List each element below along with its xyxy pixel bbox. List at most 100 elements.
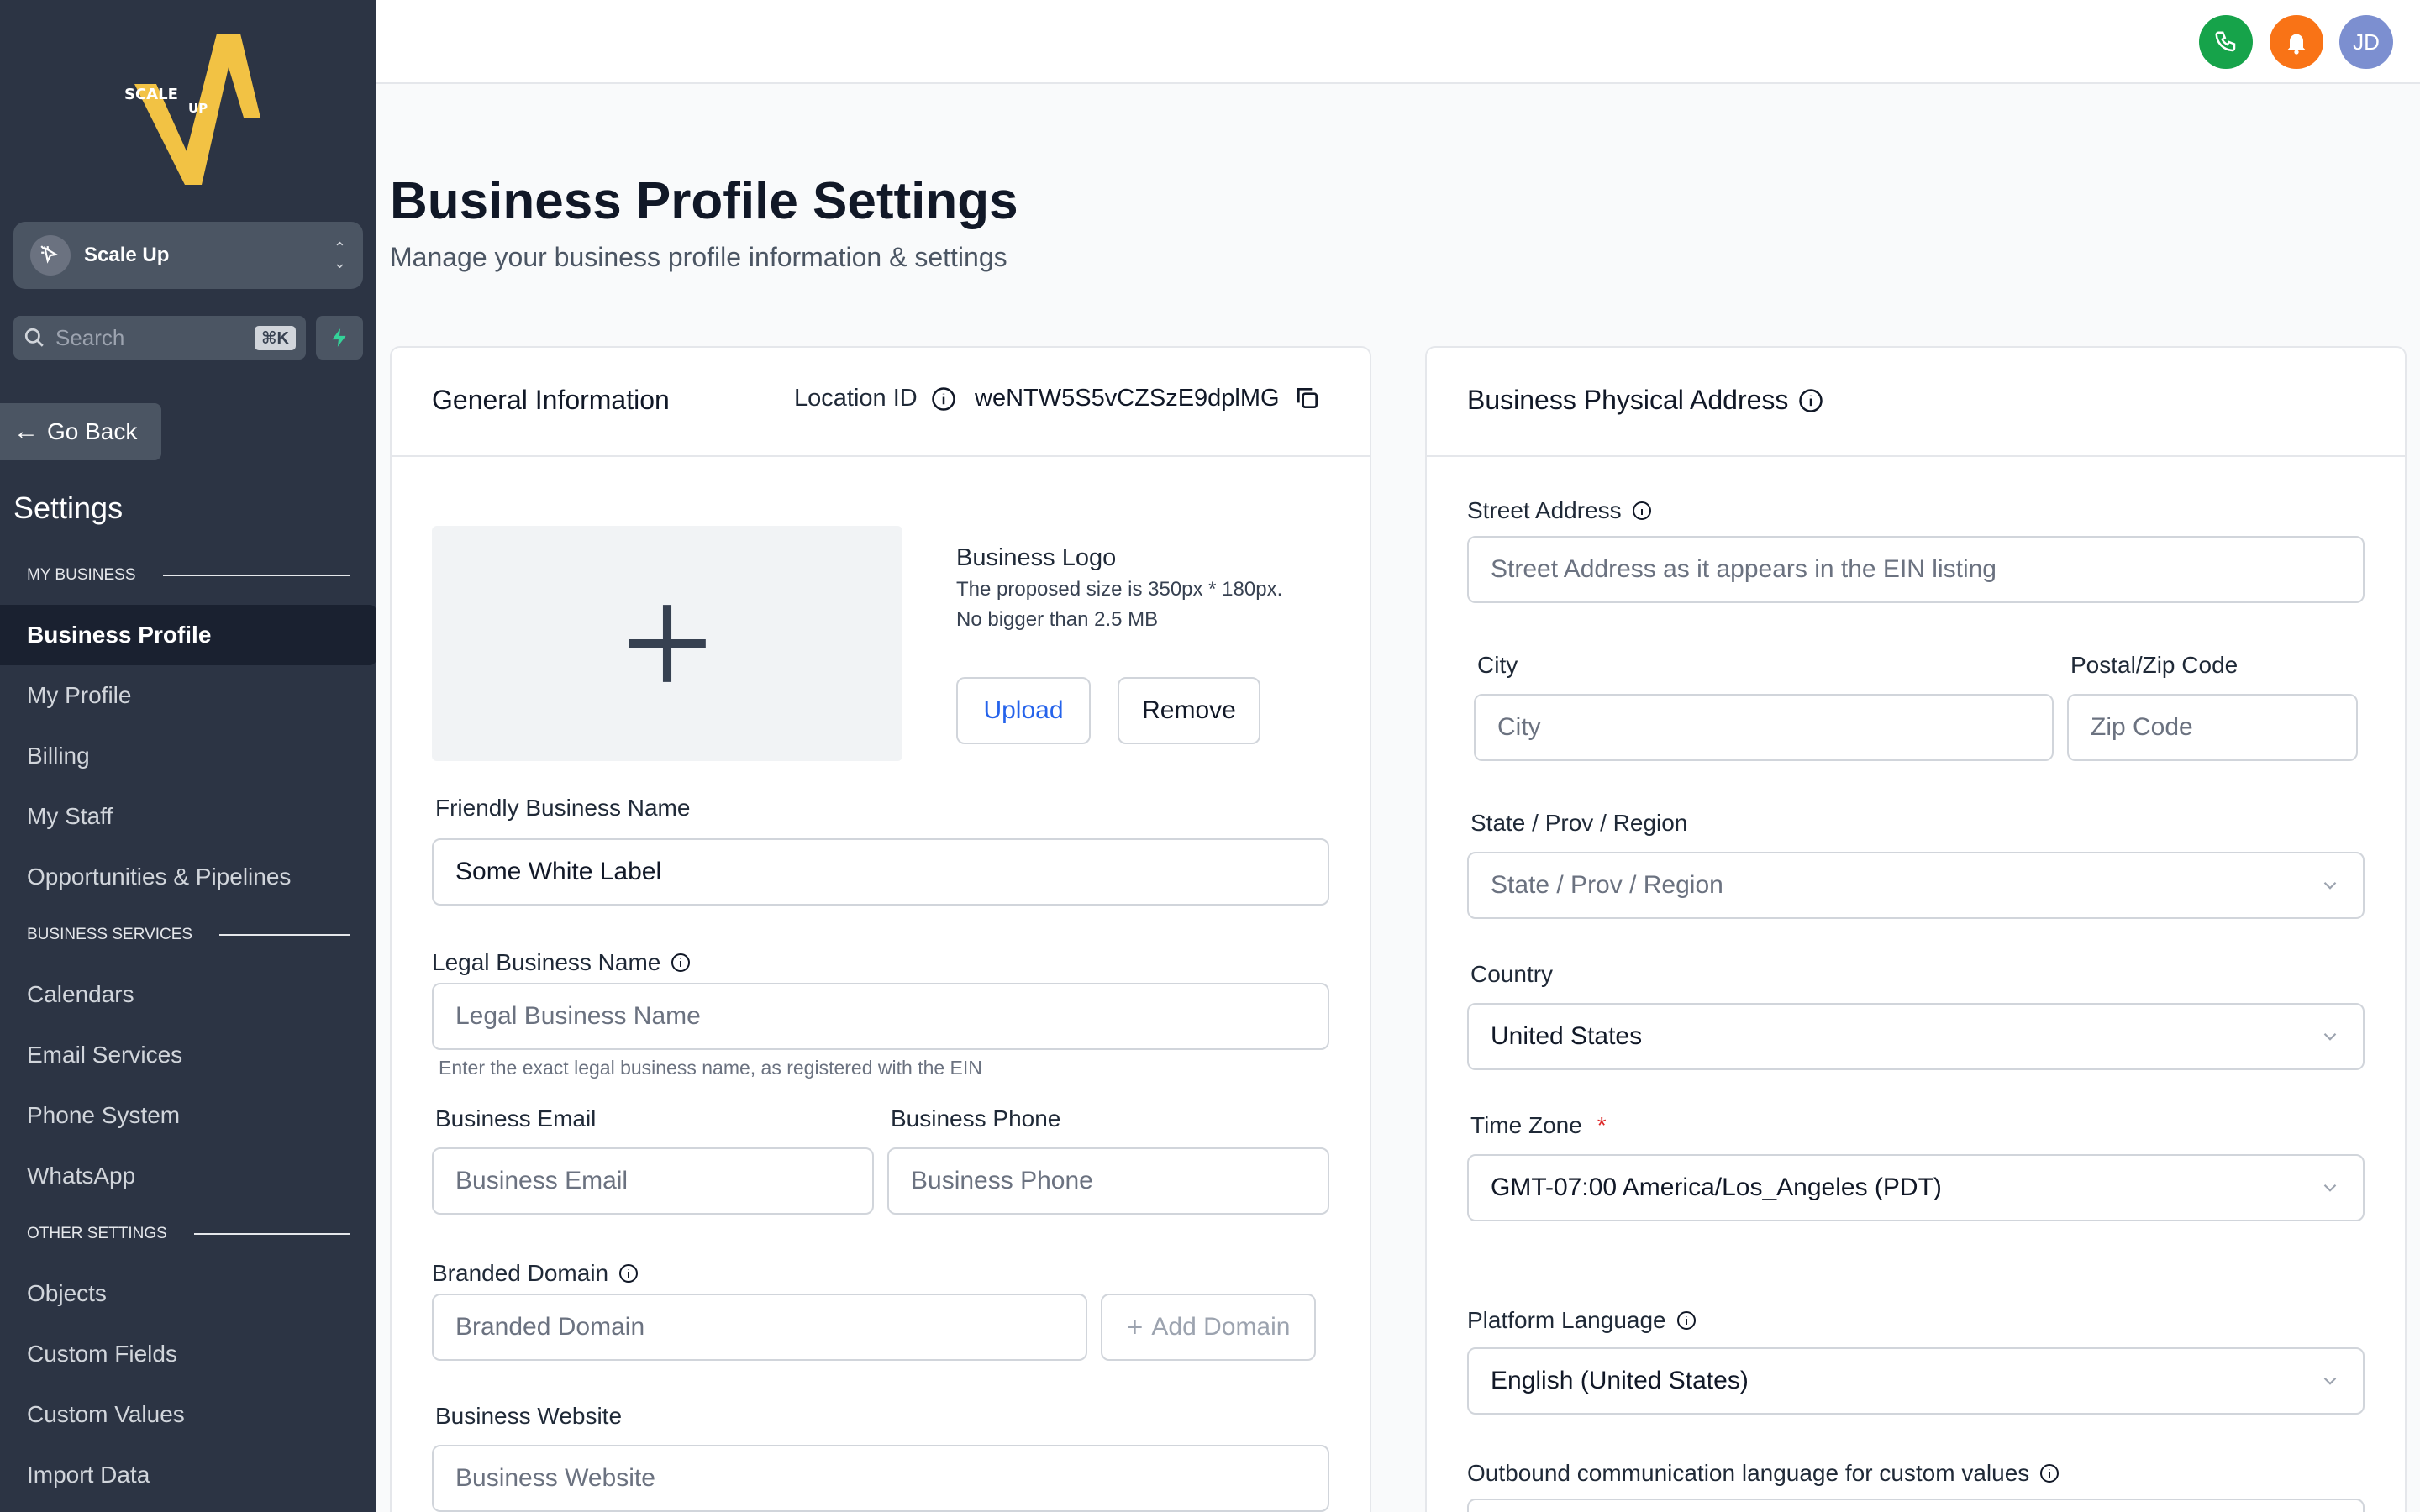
search-box[interactable]: Search ⌘K: [13, 316, 306, 360]
add-domain-label: Add Domain: [1151, 1313, 1291, 1341]
logo-text-up: UP: [188, 101, 208, 116]
chevron-down-icon: [2323, 1032, 2337, 1041]
lightning-icon: [332, 328, 346, 347]
logo-size-hint: The proposed size is 350px * 180px.: [956, 578, 1283, 601]
branded-domain-input[interactable]: Branded Domain: [432, 1294, 1087, 1361]
top-bar: JD: [376, 0, 2420, 84]
state-select-value: State / Prov / Region: [1491, 871, 1723, 899]
street-address-input[interactable]: Street Address as it appears in the EIN …: [1467, 536, 2365, 603]
arrow-left-icon: ←: [13, 417, 39, 445]
sidebar-item-business-profile[interactable]: Business Profile: [0, 605, 376, 665]
sidebar-item-opportunities-pipelines[interactable]: Opportunities & Pipelines: [0, 847, 376, 907]
sidebar-item-import-data[interactable]: Import Data: [0, 1445, 376, 1505]
info-icon: [671, 953, 691, 972]
platform-language-select[interactable]: English (United States): [1467, 1347, 2365, 1415]
country-label: Country: [1470, 961, 1554, 987]
city-input[interactable]: City: [1474, 694, 2054, 761]
sidebar-item-custom-fields[interactable]: Custom Fields: [0, 1324, 376, 1384]
sidebar-item-custom-values[interactable]: Custom Values: [0, 1384, 376, 1445]
legal-business-name-label: Legal Business Name: [432, 949, 691, 976]
info-icon: [931, 386, 955, 411]
section-heading-business-services: BUSINESS SERVICES: [27, 926, 350, 944]
business-email-input[interactable]: Business Email: [432, 1147, 874, 1215]
state-label: State / Prov / Region: [1470, 810, 1688, 836]
scale-up-logo[interactable]: SCALE UP: [118, 34, 260, 185]
friendly-business-name-input[interactable]: Some White Label: [432, 838, 1329, 906]
upload-button[interactable]: Upload: [956, 677, 1091, 744]
business-address-title: Business Physical Address: [1467, 385, 1823, 416]
friendly-business-name-label: Friendly Business Name: [435, 795, 691, 821]
chevron-down-icon: [2323, 1184, 2337, 1192]
location-id-label: Location ID: [794, 385, 956, 412]
sidebar-item-whatsapp[interactable]: WhatsApp: [0, 1146, 376, 1206]
sidebar-item-my-staff[interactable]: My Staff: [0, 786, 376, 847]
sidebar-item-calendars[interactable]: Calendars: [0, 964, 376, 1025]
general-information-title: General Information: [432, 385, 670, 415]
notifications-button[interactable]: [2270, 15, 2323, 69]
country-select-value: United States: [1491, 1022, 1643, 1050]
legal-business-name-hint: Enter the exact legal business name, as …: [439, 1057, 982, 1079]
logo-upload-area[interactable]: [432, 526, 902, 761]
outbound-language-label: Outbound communication language for cust…: [1467, 1460, 2060, 1487]
section-heading-other-settings: OTHER SETTINGS: [27, 1225, 350, 1243]
logo-file-size-hint: No bigger than 2.5 MB: [956, 608, 1159, 631]
legal-business-name-input[interactable]: Legal Business Name: [432, 983, 1329, 1050]
section-heading-my-business: MY BUSINESS: [27, 566, 350, 585]
sidebar-item-phone-system[interactable]: Phone System: [0, 1085, 376, 1146]
sidebar-item-my-profile[interactable]: My Profile: [0, 665, 376, 726]
chevron-updown-icon: ⌃ ⌄: [333, 239, 346, 271]
business-phone-input[interactable]: Business Phone: [887, 1147, 1329, 1215]
info-icon: [1632, 501, 1651, 520]
outbound-language-select[interactable]: [1467, 1499, 2365, 1512]
plus-icon: [629, 605, 706, 682]
phone-icon: [2215, 31, 2236, 52]
postal-code-input[interactable]: Zip Code: [2067, 694, 2358, 761]
country-select[interactable]: United States: [1467, 1003, 2365, 1070]
search-icon: [24, 328, 44, 347]
bell-icon: [2287, 34, 2306, 55]
remove-button[interactable]: Remove: [1118, 677, 1260, 744]
account-cursor-icon: [30, 235, 71, 276]
chevron-down-icon: [2323, 881, 2337, 890]
business-logo-title: Business Logo: [956, 544, 1117, 571]
info-icon: [2040, 1464, 2060, 1483]
logo-text-scale: SCALE: [124, 86, 178, 103]
city-label: City: [1477, 652, 1518, 678]
state-select[interactable]: State / Prov / Region: [1467, 852, 2365, 919]
info-icon: [1799, 388, 1823, 412]
add-domain-button[interactable]: + Add Domain: [1101, 1294, 1316, 1361]
location-id-value: weNTW5S5vCZSzE9dplMG: [975, 385, 1280, 412]
business-email-label: Business Email: [435, 1105, 597, 1131]
postal-code-label: Postal/Zip Code: [2070, 652, 2238, 678]
go-back-label: Go Back: [47, 418, 138, 444]
info-icon: [1676, 1311, 1696, 1330]
quick-actions-button[interactable]: [316, 316, 363, 360]
required-asterisk: *: [1597, 1112, 1607, 1138]
business-phone-label: Business Phone: [891, 1105, 1061, 1131]
go-back-button[interactable]: ← Go Back: [0, 403, 161, 460]
sidebar-item-objects[interactable]: Objects: [0, 1263, 376, 1324]
info-icon: [619, 1264, 639, 1283]
platform-language-select-value: English (United States): [1491, 1367, 1749, 1394]
user-avatar[interactable]: JD: [2339, 15, 2393, 69]
account-name: Scale Up: [84, 244, 170, 266]
sidebar: SCALE UP Scale Up ⌃ ⌄ Search ⌘K ← Go Back…: [0, 0, 376, 1512]
sidebar-item-email-services[interactable]: Email Services: [0, 1025, 376, 1085]
page-title: Business Profile Settings: [390, 172, 1018, 230]
account-switcher[interactable]: Scale Up ⌃ ⌄: [13, 222, 363, 289]
business-website-input[interactable]: Business Website: [432, 1445, 1329, 1512]
time-zone-select[interactable]: GMT-07:00 America/Los_Angeles (PDT): [1467, 1154, 2365, 1221]
street-address-label: Street Address: [1467, 497, 1652, 524]
plus-icon: +: [1126, 1310, 1144, 1343]
phone-button[interactable]: [2199, 15, 2253, 69]
page-subtitle: Manage your business profile information…: [390, 242, 1007, 272]
settings-heading: Settings: [13, 491, 124, 525]
sidebar-item-billing[interactable]: Billing: [0, 726, 376, 786]
branded-domain-label: Branded Domain: [432, 1260, 639, 1287]
time-zone-label: Time Zone *: [1470, 1112, 1607, 1138]
platform-language-label: Platform Language: [1467, 1307, 1697, 1334]
business-website-label: Business Website: [435, 1403, 623, 1429]
search-input[interactable]: Search: [55, 325, 255, 351]
search-shortcut: ⌘K: [255, 325, 296, 350]
copy-icon[interactable]: [1294, 385, 1321, 416]
